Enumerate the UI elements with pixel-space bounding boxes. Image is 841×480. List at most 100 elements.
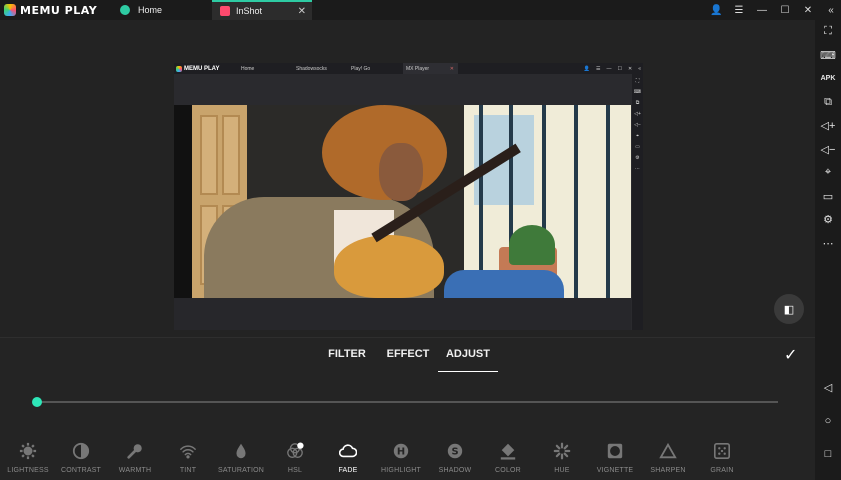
tint-icon xyxy=(177,440,199,462)
more-icon[interactable]: ⋯ xyxy=(815,232,841,256)
nested-logo: MEMU PLAY xyxy=(174,65,238,72)
account-icon[interactable]: 👤 xyxy=(710,5,722,16)
tab-home[interactable]: Home xyxy=(112,0,212,20)
shadow-icon: S xyxy=(444,440,466,462)
tool-fade[interactable]: FADE xyxy=(320,440,376,474)
photo-rail xyxy=(574,105,578,298)
tab-inshot[interactable]: InShot ✕ xyxy=(212,0,312,20)
photo-rail xyxy=(606,105,610,298)
preview-area: MEMU PLAY Home Shadowsocks Play! Go MX P… xyxy=(0,20,815,337)
tool-label: SATURATION xyxy=(217,467,265,474)
tool-label: HUE xyxy=(554,467,570,474)
recent-apps-icon[interactable]: □ xyxy=(815,443,841,467)
memu-logo: MEMU PLAY xyxy=(0,4,112,17)
maximize-icon[interactable]: ☐ xyxy=(779,5,791,16)
main-area: MEMU PLAY Home Shadowsocks Play! Go MX P… xyxy=(0,20,815,480)
nested-video-frame xyxy=(174,105,631,298)
highlight-icon: H xyxy=(390,440,412,462)
folder-icon[interactable]: ▭ xyxy=(815,185,841,209)
tool-warmth[interactable]: WARMTH xyxy=(107,440,163,474)
hsl-icon xyxy=(284,440,306,462)
nested-tab-label: Play! Go xyxy=(351,65,371,72)
tool-label: WARMTH xyxy=(118,467,152,474)
keyboard-icon[interactable]: ⌨ xyxy=(815,44,841,68)
memu-logo-icon xyxy=(4,4,16,16)
photo-plant xyxy=(509,225,555,265)
tool-color[interactable]: COLOR xyxy=(480,440,536,474)
back-icon[interactable]: ◁ xyxy=(815,376,841,400)
photo-face xyxy=(379,143,423,201)
tool-hsl[interactable]: HSL xyxy=(267,440,323,474)
tool-sharpen[interactable]: SHARPEN xyxy=(640,440,696,474)
volume-up-icon[interactable]: ◁+ xyxy=(815,114,841,138)
tab-close-icon[interactable]: ✕ xyxy=(298,6,306,17)
tab-inshot-label: InShot xyxy=(236,6,263,16)
tool-label: SHADOW xyxy=(438,467,472,474)
hue-icon xyxy=(551,440,573,462)
color-icon xyxy=(497,440,519,462)
nested-collapse-icon: « xyxy=(638,65,641,72)
minimize-icon[interactable]: — xyxy=(756,5,768,16)
tool-highlight[interactable]: H HIGHLIGHT xyxy=(373,440,429,474)
tool-hue[interactable]: HUE xyxy=(534,440,590,474)
nested-multi-icon: ⧉ xyxy=(635,100,640,106)
tool-label: TINT xyxy=(179,467,197,474)
editor-tabs: FILTER EFFECT ADJUST xyxy=(0,337,815,377)
tool-label: FADE xyxy=(338,467,358,474)
nested-minimize-icon: — xyxy=(606,65,612,72)
nested-tab-label: Home xyxy=(241,65,255,72)
nested-title-bar: MEMU PLAY Home Shadowsocks Play! Go MX P… xyxy=(174,63,643,74)
tool-saturation[interactable]: SATURATION xyxy=(213,440,269,474)
tool-contrast[interactable]: CONTRAST xyxy=(53,440,109,474)
nested-volume-down-icon: ◁− xyxy=(634,122,641,128)
photo-guitar xyxy=(334,235,444,298)
title-bar: MEMU PLAY Home InShot ✕ 👤 ☰ — ☐ ✕ « xyxy=(0,0,841,20)
nested-window-controls: 👤 ☰ — ☐ ✕ « xyxy=(584,63,641,74)
nested-tab: Home xyxy=(238,63,293,74)
contrast-icon xyxy=(70,440,92,462)
apk-icon[interactable]: APK xyxy=(815,67,841,91)
adjust-slider-knob[interactable] xyxy=(32,397,42,407)
tool-label: HSL xyxy=(287,467,303,474)
nested-tab-label: MX Player xyxy=(406,65,430,72)
tab-adjust[interactable]: ADJUST xyxy=(438,348,498,372)
settings-icon[interactable]: ⚙ xyxy=(815,208,841,232)
nested-menu-icon: ☰ xyxy=(596,65,601,72)
home-tab-icon xyxy=(120,5,130,15)
location-icon[interactable]: ⌖ xyxy=(815,161,841,185)
multi-window-icon[interactable]: ⧉ xyxy=(815,91,841,115)
nested-account-icon: 👤 xyxy=(583,65,591,72)
close-icon[interactable]: ✕ xyxy=(802,5,814,16)
grain-icon xyxy=(711,440,733,462)
tool-label: LIGHTNESS xyxy=(7,467,49,474)
tab-effect[interactable]: EFFECT xyxy=(380,348,436,372)
compare-button[interactable]: ◧ xyxy=(774,294,804,324)
tool-label: COLOR xyxy=(495,467,521,474)
tool-tint[interactable]: TINT xyxy=(160,440,216,474)
home-icon[interactable]: ○ xyxy=(815,409,841,433)
tool-shadow[interactable]: S SHADOW xyxy=(427,440,483,474)
collapse-sidebar-icon[interactable]: « xyxy=(825,5,837,16)
adjust-slider-track[interactable] xyxy=(36,401,778,403)
svg-text:H: H xyxy=(397,447,405,458)
tool-vignette[interactable]: VIGNETTE xyxy=(587,440,643,474)
vignette-icon xyxy=(604,440,626,462)
confirm-check-icon[interactable]: ✓ xyxy=(784,345,797,365)
tool-label: CONTRAST xyxy=(60,467,102,474)
adjust-tools: LIGHTNESS CONTRAST WARMTH TINT SATURATIO… xyxy=(0,440,815,480)
nested-tab: MX Player ✕ xyxy=(403,63,458,74)
tab-filter[interactable]: FILTER xyxy=(320,348,374,372)
lightness-icon xyxy=(17,440,39,462)
menu-icon[interactable]: ☰ xyxy=(733,5,745,16)
tool-grain[interactable]: GRAIN xyxy=(694,440,750,474)
door-panel xyxy=(200,115,218,195)
nested-tab-label: Shadowsocks xyxy=(296,65,327,72)
tool-lightness[interactable]: LIGHTNESS xyxy=(0,440,56,474)
fullscreen-icon[interactable]: ⛶ xyxy=(815,20,841,44)
door-panel xyxy=(222,115,240,195)
nested-more-icon: ⋯ xyxy=(635,166,640,172)
saturation-icon xyxy=(230,440,252,462)
tool-label: GRAIN xyxy=(710,467,734,474)
tab-home-label: Home xyxy=(138,5,163,15)
volume-down-icon[interactable]: ◁− xyxy=(815,138,841,162)
